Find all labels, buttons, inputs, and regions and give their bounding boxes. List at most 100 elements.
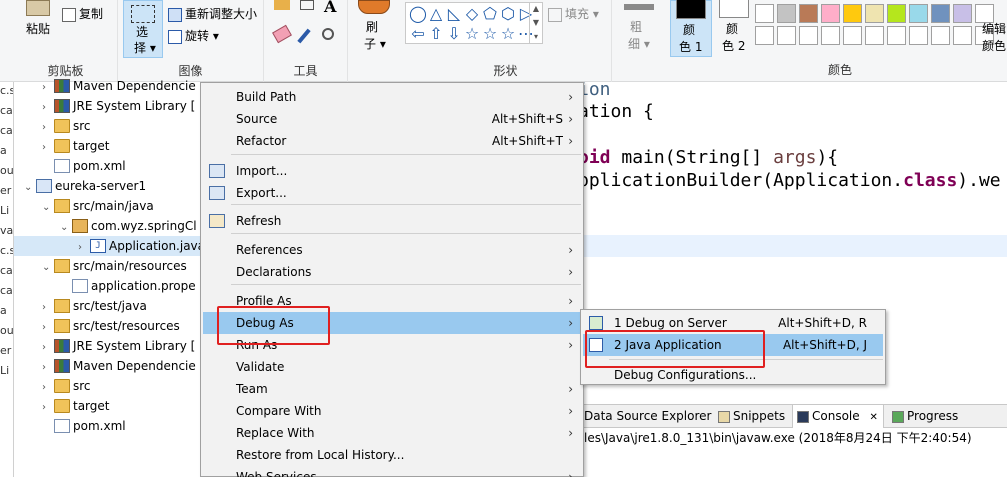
tree-chevron-icon[interactable]: › xyxy=(42,338,54,358)
menu-item-debug-as[interactable]: Debug As › xyxy=(203,312,581,334)
tree-chevron-icon[interactable]: › xyxy=(42,358,54,378)
palette-swatch[interactable] xyxy=(887,26,906,45)
menu-item-import[interactable]: Import... xyxy=(203,160,581,182)
submenu-item-2-java-application[interactable]: 2 Java Application Alt+Shift+D, J xyxy=(583,334,883,356)
menu-item-run-as[interactable]: Run As › xyxy=(203,334,581,356)
palette-swatch[interactable] xyxy=(931,4,950,23)
console-close-icon[interactable]: ✕ xyxy=(869,412,877,423)
tree-item[interactable]: › src xyxy=(14,116,204,136)
palette-swatch[interactable] xyxy=(953,4,972,23)
tree-item[interactable]: › Maven Dependencie xyxy=(14,76,204,96)
tree-item[interactable]: › JRE System Library [ xyxy=(14,336,204,356)
shape-item[interactable]: ◇ xyxy=(463,4,481,24)
tree-item[interactable]: ⌄ eureka-server1 xyxy=(14,176,204,196)
palette-swatch[interactable] xyxy=(865,26,884,45)
palette-swatch[interactable] xyxy=(799,4,818,23)
shape-item[interactable]: ⇧ xyxy=(427,24,445,44)
menu-item-compare-with[interactable]: Compare With › xyxy=(203,400,581,422)
menu-item-build-path[interactable]: Build Path › xyxy=(203,86,581,108)
palette-swatch[interactable] xyxy=(843,26,862,45)
palette-swatch[interactable] xyxy=(887,4,906,23)
tree-chevron-icon[interactable]: › xyxy=(42,318,54,338)
shape-item[interactable]: ⬠ xyxy=(481,4,499,24)
palette-swatch[interactable] xyxy=(821,4,840,23)
menu-item-declarations[interactable]: Declarations › xyxy=(203,261,581,283)
shape-item[interactable]: △ xyxy=(427,4,445,24)
tree-chevron-icon[interactable]: › xyxy=(42,118,54,138)
palette-swatch[interactable] xyxy=(843,4,862,23)
tree-item[interactable]: › src xyxy=(14,376,204,396)
tree-item[interactable]: › target xyxy=(14,136,204,156)
palette-swatch[interactable] xyxy=(755,26,774,45)
tree-item[interactable]: application.prope xyxy=(14,276,204,296)
tree-chevron-icon[interactable]: ⌄ xyxy=(24,178,36,198)
shape-item[interactable]: ◺ xyxy=(445,4,463,24)
rotate-button[interactable]: 旋转 ▾ xyxy=(168,27,219,44)
tab-progress[interactable]: Progress xyxy=(888,405,958,428)
menu-item-web-services[interactable]: Web Services › xyxy=(203,466,581,477)
tree-item[interactable]: › src/test/resources xyxy=(14,316,204,336)
tree-item[interactable]: pom.xml xyxy=(14,416,204,436)
size-button[interactable]: 粗 细 ▾ xyxy=(620,0,660,58)
tree-item[interactable]: › J Application.java xyxy=(14,236,205,258)
tree-chevron-icon[interactable]: › xyxy=(42,98,54,118)
menu-item-restore-from-local-history[interactable]: Restore from Local History... xyxy=(203,444,581,466)
shape-item[interactable]: ⇩ xyxy=(445,24,463,44)
shape-item[interactable]: ☆ xyxy=(481,24,499,44)
palette-swatch[interactable] xyxy=(777,4,796,23)
shape-item[interactable]: ☆ xyxy=(463,24,481,44)
tab-data-source-explorer[interactable]: Data Source Explorer xyxy=(580,405,711,428)
palette-swatch[interactable] xyxy=(909,26,928,45)
tree-item[interactable]: › JRE System Library [ xyxy=(14,96,204,116)
shape-item[interactable]: ◯ xyxy=(409,4,427,24)
tree-item[interactable]: › src/test/java xyxy=(14,296,204,316)
menu-item-refactor[interactable]: Refactor Alt+Shift+T › xyxy=(203,130,581,152)
paste-button[interactable]: 粘贴 xyxy=(26,20,50,37)
menu-item-export[interactable]: Export... xyxy=(203,182,581,204)
submenu-item-1-debug-on-server[interactable]: 1 Debug on Server Alt+Shift+D, R xyxy=(583,312,883,334)
tab-console[interactable]: Console ✕ xyxy=(792,405,884,428)
color2-button[interactable]: 颜 色 2 xyxy=(714,0,752,57)
menu-item-replace-with[interactable]: Replace With › xyxy=(203,422,581,444)
palette-swatch[interactable] xyxy=(931,26,950,45)
color-picker-icon[interactable] xyxy=(297,28,311,44)
text-icon[interactable]: A xyxy=(324,0,336,16)
resize-button[interactable]: 重新调整大小 xyxy=(168,5,257,22)
tree-chevron-icon[interactable]: ⌄ xyxy=(42,198,54,218)
eraser-icon[interactable] xyxy=(272,24,292,44)
palette-swatch[interactable] xyxy=(953,26,972,45)
tree-chevron-icon[interactable]: › xyxy=(42,378,54,398)
tree-item[interactable]: › target xyxy=(14,396,204,416)
menu-item-refresh[interactable]: Refresh xyxy=(203,210,581,232)
shapes-gallery[interactable]: ◯ △ ◺ ◇ ⬠ ⬡ ▷ ⇦ ⇧ ⇩ ☆ ☆ ☆ ⋯ xyxy=(405,2,543,44)
menu-item-profile-as[interactable]: Profile As › xyxy=(203,290,581,312)
tree-chevron-icon[interactable]: › xyxy=(42,138,54,158)
edit-colors-button[interactable]: 编辑 颜色 xyxy=(980,0,1007,58)
fill-button[interactable]: 填充 ▾ xyxy=(548,5,599,22)
shape-item[interactable]: ⬡ xyxy=(499,4,517,24)
menu-item-references[interactable]: References › xyxy=(203,239,581,261)
menu-item-source[interactable]: Source Alt+Shift+S › xyxy=(203,108,581,130)
tree-chevron-icon[interactable]: › xyxy=(78,238,90,258)
copy-button[interactable]: 复制 xyxy=(62,5,103,22)
brushes-button[interactable]: 刷 子 ▾ xyxy=(354,0,398,58)
tree-item[interactable]: pom.xml xyxy=(14,156,204,176)
tree-item[interactable]: ⌄ src/main/java xyxy=(14,196,204,216)
tree-item[interactable]: ⌄ com.wyz.springCl xyxy=(14,216,204,236)
select-button[interactable]: 选 择 ▾ xyxy=(123,0,163,58)
tree-chevron-icon[interactable]: › xyxy=(42,78,54,98)
tree-chevron-icon[interactable]: › xyxy=(42,398,54,418)
color1-button[interactable]: 颜 色 1 xyxy=(670,0,712,57)
palette-swatch[interactable] xyxy=(865,4,884,23)
shape-item[interactable]: ⇦ xyxy=(409,24,427,44)
fill-bucket-icon[interactable] xyxy=(300,0,314,10)
menu-item-validate[interactable]: Validate xyxy=(203,356,581,378)
palette-swatch[interactable] xyxy=(821,26,840,45)
tree-chevron-icon[interactable]: › xyxy=(42,298,54,318)
submenu-item-debug-configurations[interactable]: Debug Configurations... xyxy=(583,364,883,386)
shape-item[interactable]: ☆ xyxy=(499,24,517,44)
shapes-scroll[interactable]: ▲ ▼ ▾ xyxy=(529,2,542,44)
tree-chevron-icon[interactable]: ⌄ xyxy=(42,258,54,278)
palette-swatch[interactable] xyxy=(909,4,928,23)
tab-snippets[interactable]: Snippets xyxy=(714,405,785,428)
